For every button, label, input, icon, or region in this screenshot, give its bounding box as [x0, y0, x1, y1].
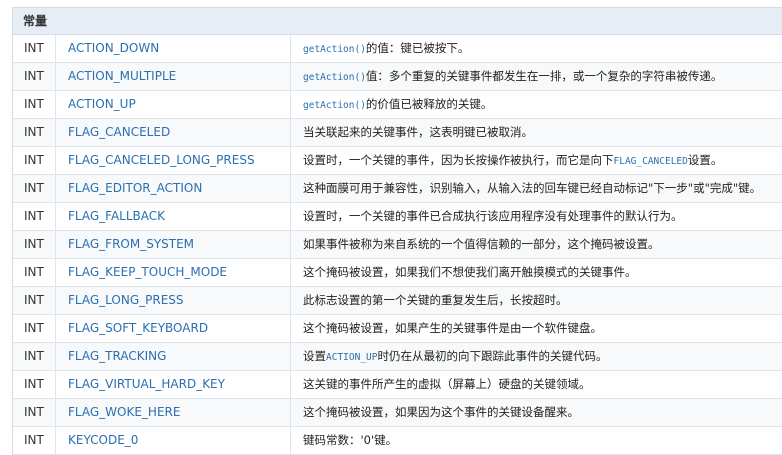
- description-cell: getAction()值：多个重复的关键事件都发生在一排，或一个复杂的字符串被传…: [291, 63, 782, 90]
- table-row: INT FLAG_CANCELED_LONG_PRESS 设置时，一个关键的事件…: [13, 147, 782, 175]
- description-text: 如果事件被称为来自系统的一个值得信赖的一部分，这个掩码被设置。: [303, 237, 660, 251]
- description-text: 当关联起来的关键事件，这表明键已被取消。: [303, 125, 533, 139]
- description-text: 设置: [303, 349, 326, 363]
- type-cell: INT: [13, 371, 56, 398]
- description-text: 这个掩码被设置，如果因为这个事件的关键设备醒来。: [303, 405, 579, 419]
- table-row: INT FLAG_FROM_SYSTEM 如果事件被称为来自系统的一个值得信赖的…: [13, 231, 782, 259]
- description-cell: 设置ACTION_UP时仍在从最初的向下跟踪此事件的关键代码。: [291, 343, 782, 370]
- description-text: 的值：键已被按下。: [365, 41, 470, 55]
- description-text: 这种面膜可用于兼容性，识别输入，从输入法的回车键已经自动标记"下一步"或"完成"…: [303, 181, 762, 195]
- type-cell: INT: [13, 343, 56, 370]
- description-text: 这个掩码被设置，如果产生的关键事件是由一个软件键盘。: [303, 321, 602, 335]
- description-cell: 这个掩码被设置，如果产生的关键事件是由一个软件键盘。: [291, 315, 782, 342]
- description-text: 这个掩码被设置，如果我们不想使我们离开触摸模式的关键事件。: [303, 265, 637, 279]
- description-text: 设置。: [687, 153, 723, 167]
- constant-link[interactable]: FLAG_EDITOR_ACTION: [56, 175, 291, 202]
- description-text: 这关键的事件所产生的虚拟（屏幕上）硬盘的关键领域。: [303, 377, 591, 391]
- type-cell: INT: [13, 203, 56, 230]
- type-cell: INT: [13, 427, 56, 454]
- description-text: 此标志设置的第一个关键的重复发生后，长按超时。: [303, 293, 568, 307]
- description-text: 设置时，一个关键的事件，因为长按操作被执行，而它是向下: [303, 153, 614, 167]
- type-cell: INT: [13, 91, 56, 118]
- table-row: INT FLAG_CANCELED 当关联起来的关键事件，这表明键已被取消。: [13, 119, 782, 147]
- table-row: INT KEYCODE_0 键码常数：'0'键。: [13, 427, 782, 455]
- type-cell: INT: [13, 147, 56, 174]
- description-text: 键码常数：'0'键。: [303, 433, 398, 447]
- description-cell: 此标志设置的第一个关键的重复发生后，长按超时。: [291, 287, 782, 314]
- type-cell: INT: [13, 315, 56, 342]
- code-link[interactable]: getAction(): [303, 72, 366, 83]
- code-link[interactable]: getAction(): [303, 100, 366, 111]
- constant-link[interactable]: FLAG_VIRTUAL_HARD_KEY: [56, 371, 291, 398]
- description-cell: 当关联起来的关键事件，这表明键已被取消。: [291, 119, 782, 146]
- table-row: INT FLAG_VIRTUAL_HARD_KEY 这关键的事件所产生的虚拟（屏…: [13, 371, 782, 399]
- constants-table: 常量 INT ACTION_DOWN getAction()的值：键已被按下。 …: [12, 7, 782, 455]
- description-cell: 这个掩码被设置，如果我们不想使我们离开触摸模式的关键事件。: [291, 259, 782, 286]
- description-cell: getAction()的值：键已被按下。: [291, 35, 782, 62]
- constant-link[interactable]: ACTION_MULTIPLE: [56, 63, 291, 90]
- table-row: INT FLAG_WOKE_HERE 这个掩码被设置，如果因为这个事件的关键设备…: [13, 399, 782, 427]
- constant-link[interactable]: FLAG_FROM_SYSTEM: [56, 231, 291, 258]
- description-cell: 这关键的事件所产生的虚拟（屏幕上）硬盘的关键领域。: [291, 371, 782, 398]
- type-cell: INT: [13, 175, 56, 202]
- constant-link[interactable]: FLAG_TRACKING: [56, 343, 291, 370]
- constant-link[interactable]: FLAG_LONG_PRESS: [56, 287, 291, 314]
- constant-link[interactable]: FLAG_CANCELED_LONG_PRESS: [56, 147, 291, 174]
- code-link[interactable]: ACTION_UP: [326, 352, 377, 363]
- code-link[interactable]: getAction(): [303, 44, 366, 55]
- description-text: 时仍在从最初的向下跟踪此事件的关键代码。: [377, 349, 608, 363]
- description-cell: 设置时，一个关键的事件，因为长按操作被执行，而它是向下FLAG_CANCELED…: [291, 147, 782, 174]
- type-cell: INT: [13, 35, 56, 62]
- table-header: 常量: [13, 7, 782, 35]
- table-row: INT FLAG_LONG_PRESS 此标志设置的第一个关键的重复发生后，长按…: [13, 287, 782, 315]
- type-cell: INT: [13, 231, 56, 258]
- type-cell: INT: [13, 259, 56, 286]
- table-row: INT FLAG_SOFT_KEYBOARD 这个掩码被设置，如果产生的关键事件…: [13, 315, 782, 343]
- type-cell: INT: [13, 119, 56, 146]
- description-text: 设置时，一个关键的事件已合成执行该应用程序没有处理事件的默认行为。: [303, 209, 683, 223]
- constant-link[interactable]: FLAG_KEEP_TOUCH_MODE: [56, 259, 291, 286]
- description-cell: 键码常数：'0'键。: [291, 427, 782, 454]
- description-cell: 这个掩码被设置，如果因为这个事件的关键设备醒来。: [291, 399, 782, 426]
- table-row: INT ACTION_UP getAction()的价值已被释放的关键。: [13, 91, 782, 119]
- constant-link[interactable]: ACTION_UP: [56, 91, 291, 118]
- constant-link[interactable]: FLAG_SOFT_KEYBOARD: [56, 315, 291, 342]
- constant-link[interactable]: FLAG_FALLBACK: [56, 203, 291, 230]
- constant-link[interactable]: ACTION_DOWN: [56, 35, 291, 62]
- description-cell: 这种面膜可用于兼容性，识别输入，从输入法的回车键已经自动标记"下一步"或"完成"…: [291, 175, 782, 202]
- table-row: INT ACTION_DOWN getAction()的值：键已被按下。: [13, 35, 782, 63]
- type-cell: INT: [13, 287, 56, 314]
- table-row: INT ACTION_MULTIPLE getAction()值：多个重复的关键…: [13, 63, 782, 91]
- type-cell: INT: [13, 399, 56, 426]
- constant-link[interactable]: FLAG_WOKE_HERE: [56, 399, 291, 426]
- description-text: 值：多个重复的关键事件都发生在一排，或一个复杂的字符串被传递。: [365, 69, 723, 83]
- code-link[interactable]: FLAG_CANCELED: [614, 156, 688, 167]
- description-cell: getAction()的价值已被释放的关键。: [291, 91, 782, 118]
- constant-link[interactable]: FLAG_CANCELED: [56, 119, 291, 146]
- table-row: INT FLAG_KEEP_TOUCH_MODE 这个掩码被设置，如果我们不想使…: [13, 259, 782, 287]
- type-cell: INT: [13, 63, 56, 90]
- description-cell: 如果事件被称为来自系统的一个值得信赖的一部分，这个掩码被设置。: [291, 231, 782, 258]
- constant-link[interactable]: KEYCODE_0: [56, 427, 291, 454]
- description-text: 的价值已被释放的关键。: [365, 97, 493, 111]
- table-row: INT FLAG_EDITOR_ACTION 这种面膜可用于兼容性，识别输入，从…: [13, 175, 782, 203]
- table-row: INT FLAG_FALLBACK 设置时，一个关键的事件已合成执行该应用程序没…: [13, 203, 782, 231]
- description-cell: 设置时，一个关键的事件已合成执行该应用程序没有处理事件的默认行为。: [291, 203, 782, 230]
- table-row: INT FLAG_TRACKING 设置ACTION_UP时仍在从最初的向下跟踪…: [13, 343, 782, 371]
